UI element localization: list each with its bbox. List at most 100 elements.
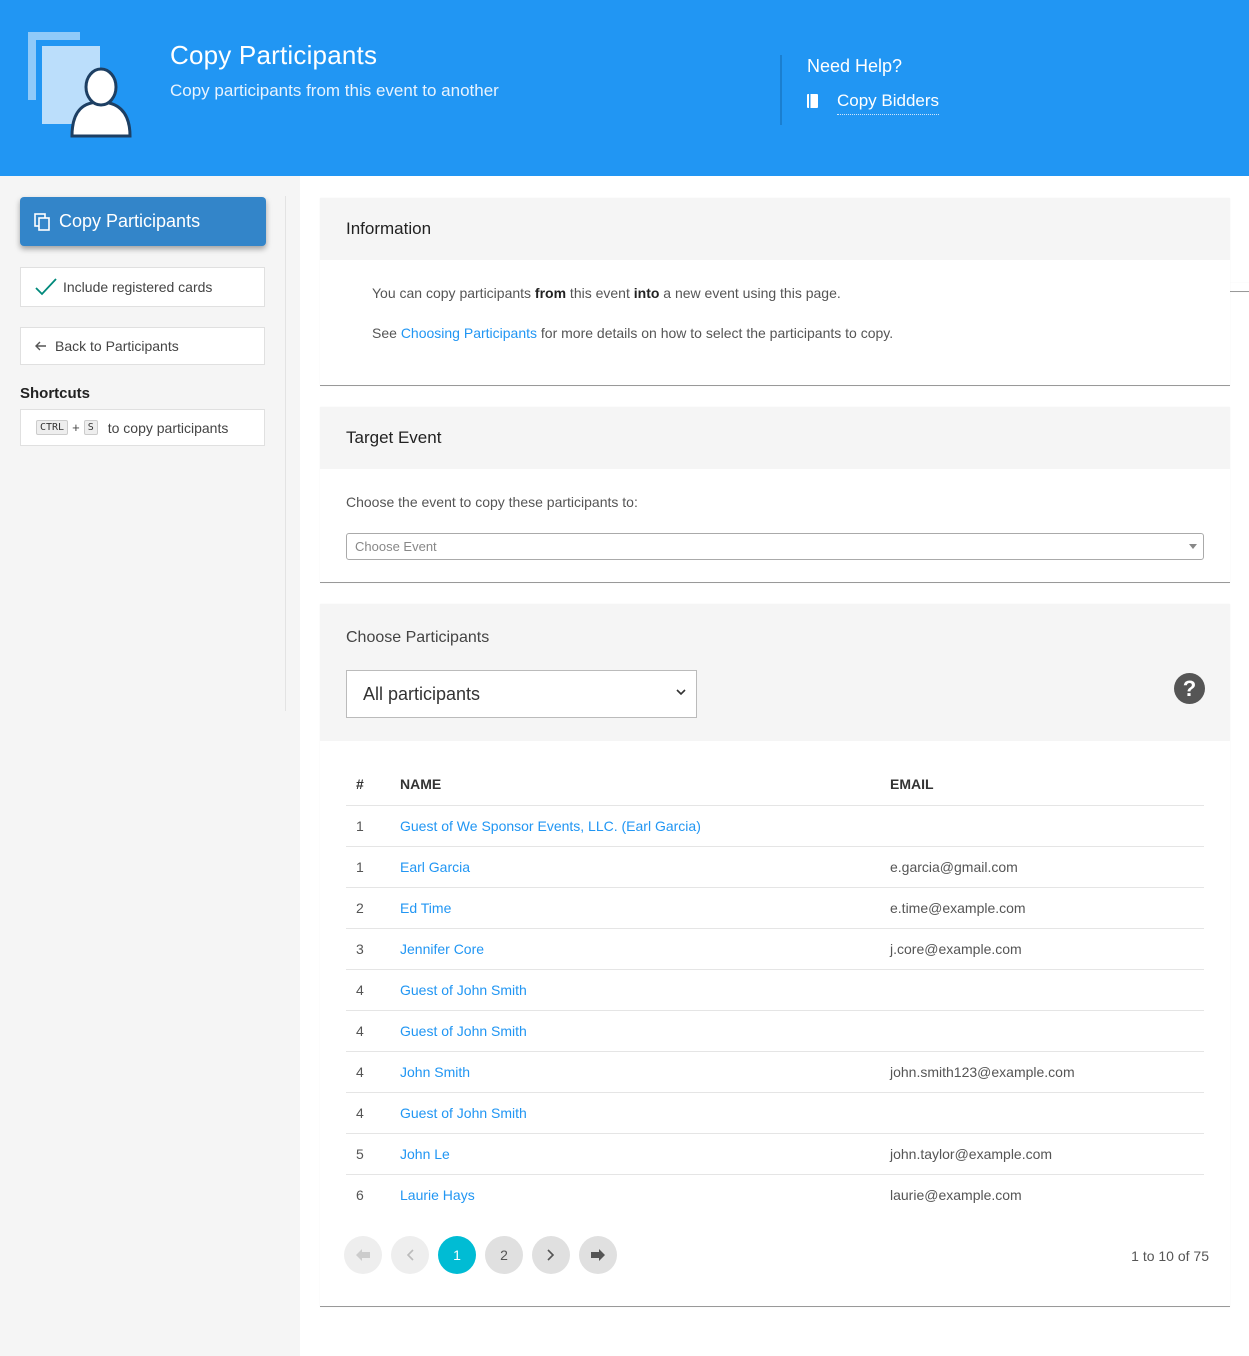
header-divider: [780, 55, 782, 125]
caret-down-icon: [1189, 544, 1197, 549]
chevron-left-icon: [406, 1249, 414, 1261]
help-icon[interactable]: ?: [1174, 673, 1205, 704]
sidebar-divider: [285, 196, 286, 711]
table-header-row: # NAME EMAIL: [346, 764, 1204, 806]
participant-filter-select[interactable]: All participants: [346, 670, 697, 718]
arrow-left-icon: [35, 341, 46, 351]
participant-name-link[interactable]: Laurie Hays: [400, 1187, 475, 1203]
table-row: 4 Guest of John Smith: [346, 1010, 1204, 1052]
row-num: 1: [346, 805, 400, 847]
copy-participants-button[interactable]: Copy Participants: [20, 197, 266, 246]
table-row: 1 Earl Garcia e.garcia@gmail.com: [346, 846, 1204, 888]
checkmark-icon: [35, 278, 57, 296]
column-header-num: #: [346, 764, 400, 806]
shortcut-description: to copy participants: [107, 419, 229, 436]
page-2-button[interactable]: 2: [485, 1236, 523, 1274]
row-num: 4: [346, 1051, 400, 1093]
participant-name-link[interactable]: Jennifer Core: [400, 941, 484, 957]
table-row: 4 John Smith john.smith123@example.com: [346, 1051, 1204, 1093]
row-num: 4: [346, 1010, 400, 1052]
column-header-name: NAME: [400, 764, 890, 806]
copy-participants-button-label: Copy Participants: [59, 211, 201, 231]
participant-filter-value: All participants: [363, 683, 481, 704]
include-registered-cards-toggle[interactable]: Include registered cards: [20, 267, 1249, 307]
info-text: You can copy participants: [372, 285, 535, 301]
participant-name-link[interactable]: John Smith: [400, 1064, 470, 1080]
row-email: e.garcia@gmail.com: [890, 846, 1204, 888]
page-title: Copy Participants: [170, 40, 378, 70]
info-bold-into: into: [633, 285, 660, 301]
arrow-last-icon: [591, 1249, 605, 1261]
row-email: [890, 969, 1204, 1011]
choosing-participants-link[interactable]: Choosing Participants: [401, 325, 537, 341]
page-1-button[interactable]: 1: [438, 1236, 476, 1274]
participant-name-link[interactable]: Guest of John Smith: [400, 1105, 527, 1121]
choose-event-select[interactable]: Choose Event: [346, 533, 1204, 560]
participants-table: # NAME EMAIL 1 Guest of We Sponsor Events…: [346, 764, 1204, 1215]
choose-participants-card: Choose Participants All participants ? #…: [320, 604, 1230, 1307]
table-row: 1 Guest of We Sponsor Events, LLC. (Earl …: [346, 805, 1204, 847]
help-link-copy-bidders[interactable]: Copy Bidders: [837, 91, 940, 115]
row-email: [890, 805, 1204, 847]
help-title: Need Help?: [807, 56, 903, 76]
row-num: 5: [346, 1133, 400, 1175]
shortcut-key-ctrl: CTRL: [36, 420, 69, 435]
participant-name-link[interactable]: Ed Time: [400, 900, 451, 916]
participant-name-link[interactable]: Guest of We Sponsor Events, LLC. (Earl G…: [400, 818, 701, 834]
row-email: [890, 1010, 1204, 1052]
information-card: Information You can copy participants fr…: [320, 198, 1230, 386]
sidebar: Copy Participants Include registered car…: [0, 176, 1249, 1356]
target-event-label: Choose the event to copy these participa…: [346, 494, 638, 510]
table-row: 4 Guest of John Smith: [346, 1092, 1204, 1134]
choose-event-placeholder: Choose Event: [355, 539, 437, 554]
row-num: 4: [346, 1092, 400, 1134]
chevron-down-icon: [676, 689, 686, 696]
participant-name-link[interactable]: Guest of John Smith: [400, 1023, 527, 1039]
info-text: for more details on how to select the pa…: [537, 325, 894, 341]
book-icon: [807, 94, 818, 108]
table-row: 6 Laurie Hays laurie@example.com: [346, 1174, 1204, 1215]
information-paragraph-1: You can copy participants from this even…: [346, 285, 867, 301]
choose-participants-header: Choose Participants All participants ?: [320, 604, 1230, 741]
row-email: laurie@example.com: [890, 1186, 1022, 1203]
include-registered-cards-label: Include registered cards: [63, 279, 213, 295]
back-to-participants-button[interactable]: Back to Participants: [20, 327, 265, 365]
info-text: this event: [566, 285, 634, 301]
participant-name-link[interactable]: Earl Garcia: [400, 859, 470, 875]
next-page-button[interactable]: [532, 1236, 570, 1274]
copy-icon: [34, 212, 50, 231]
last-page-button[interactable]: [579, 1236, 617, 1274]
shortcuts-title: Shortcuts: [20, 385, 91, 402]
information-title: Information: [320, 198, 1230, 260]
page-subtitle: Copy participants from this event to ano…: [170, 81, 499, 100]
row-email: john.taylor@example.com: [890, 1133, 1204, 1175]
chevron-right-icon: [547, 1249, 555, 1261]
shortcut-plus: +: [72, 420, 80, 435]
row-email: j.core@example.com: [890, 928, 1204, 970]
participant-name-link[interactable]: John Le: [400, 1146, 450, 1162]
row-email: john.smith123@example.com: [890, 1051, 1204, 1093]
previous-page-button[interactable]: [391, 1236, 429, 1274]
row-num: 4: [346, 969, 400, 1011]
choose-participants-title: Choose Participants: [346, 629, 490, 646]
target-event-card: Target Event Choose the event to copy th…: [320, 407, 1230, 583]
shortcut-copy: CTRL + S to copy participants: [20, 409, 265, 446]
shortcut-key-s: S: [83, 420, 98, 435]
info-text: See: [372, 325, 401, 341]
row-num: 1: [346, 846, 400, 888]
participant-name-link[interactable]: Guest of John Smith: [400, 982, 527, 998]
target-event-title: Target Event: [320, 407, 1230, 469]
first-page-button[interactable]: [344, 1236, 382, 1274]
table-row: 5 John Le john.taylor@example.com: [346, 1133, 1204, 1175]
info-bold-from: from: [534, 285, 567, 301]
table-row: 4 Guest of John Smith: [346, 969, 1204, 1011]
copy-person-icon: [28, 32, 132, 138]
column-header-email: EMAIL: [890, 764, 1204, 806]
arrow-first-icon: [356, 1249, 370, 1261]
row-num: 6: [356, 1186, 364, 1203]
row-num: 2: [346, 887, 400, 929]
table-row: 2 Ed Time e.time@example.com: [346, 887, 1204, 929]
pagination: 1 2: [344, 1236, 617, 1274]
table-row: 3 Jennifer Core j.core@example.com: [346, 928, 1204, 970]
row-email: e.time@example.com: [890, 887, 1204, 929]
